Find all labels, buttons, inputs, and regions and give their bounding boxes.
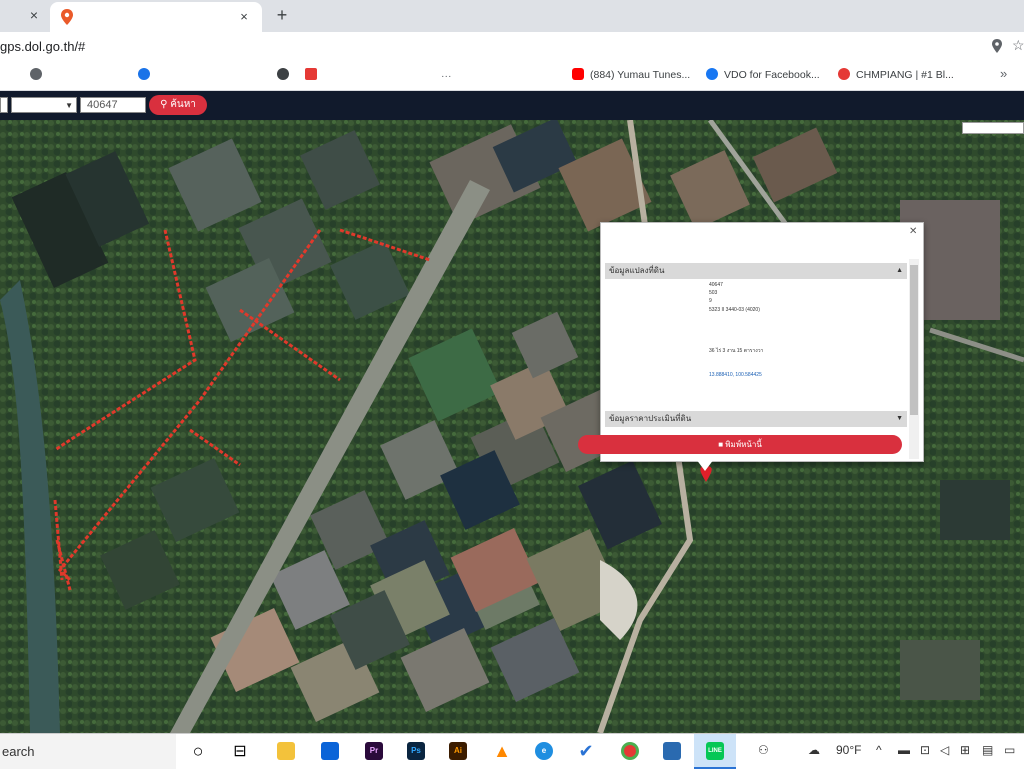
detail-row xyxy=(605,314,907,322)
detail-row: 9 xyxy=(709,298,712,305)
vlc-icon[interactable]: ▲ xyxy=(488,738,516,765)
network-icon[interactable]: ⊡ xyxy=(920,743,930,757)
dots-icon: ··· xyxy=(441,70,452,82)
province-select[interactable] xyxy=(0,97,8,113)
photoshop-icon[interactable]: Ps xyxy=(402,738,430,765)
section-land-parcel-info[interactable]: ข้อมูลแปลงที่ดิน ▲ xyxy=(605,263,907,279)
more-bookmarks-icon[interactable]: » xyxy=(1000,66,1007,81)
detail-row xyxy=(605,363,907,371)
chrome-icon[interactable] xyxy=(616,738,644,765)
detail-row xyxy=(605,338,907,346)
active-tab[interactable]: × xyxy=(50,2,262,32)
new-tab-button[interactable]: + xyxy=(272,5,292,25)
edge-icon[interactable]: e xyxy=(530,738,558,765)
section-land-price-info[interactable]: ข้อมูลราคาประเมินที่ดิน ▼ xyxy=(605,411,907,427)
photos-icon[interactable] xyxy=(658,738,686,765)
globe-icon xyxy=(30,68,42,80)
detail-row: 36 ไร่ 3 งาน 15 ตารางวา xyxy=(709,347,764,354)
globe-icon xyxy=(138,68,150,80)
facebook-icon xyxy=(706,68,718,80)
parcel-number-input[interactable]: 40647 xyxy=(80,97,146,113)
detail-row xyxy=(605,322,907,330)
volume-icon[interactable]: ◁ xyxy=(940,743,949,757)
search-icon: ⚲ xyxy=(160,99,168,110)
detail-row: 503 xyxy=(709,290,718,297)
search-button[interactable]: ⚲ ค้นหา xyxy=(149,95,207,115)
address-bar[interactable]: gps.dol.go.th/# ☆ xyxy=(0,32,1024,60)
youtube-icon xyxy=(572,68,584,80)
globe-icon xyxy=(277,68,289,80)
app-toolbar: ▼ 40647 ⚲ ค้นหา xyxy=(0,91,1024,120)
people-icon[interactable]: ⚇ xyxy=(758,743,769,757)
bookmark-item[interactable] xyxy=(305,68,323,82)
detail-row: 40647 xyxy=(709,282,723,288)
url-text[interactable]: gps.dol.go.th/# xyxy=(0,39,85,54)
detail-row xyxy=(605,387,907,395)
print-button[interactable]: ■ พิมพ์หน้านี้ xyxy=(578,435,902,454)
clipboard-icon[interactable]: ▤ xyxy=(982,743,993,757)
bookmark-item[interactable] xyxy=(277,68,295,82)
language-icon[interactable]: ⊞ xyxy=(960,743,970,757)
close-icon[interactable]: × xyxy=(26,7,42,23)
close-icon[interactable]: ✕ xyxy=(909,226,917,237)
line-app-icon[interactable]: LINE xyxy=(701,738,729,765)
parcel-details: 40647 503 9 5323 II 3440-03 (4020) 36 ไร… xyxy=(605,281,907,396)
notification-icon[interactable]: ▭ xyxy=(1004,743,1015,757)
battery-icon[interactable]: ▬ xyxy=(898,743,910,757)
tab-strip: × × + xyxy=(0,0,1024,32)
weather-icon[interactable]: ☁ xyxy=(808,743,820,757)
bookmark-icon xyxy=(305,68,317,80)
bookmarks-bar: ··· (884) Yumau Tunes... VDO for Faceboo… xyxy=(0,60,1024,91)
task-view-icon[interactable]: ⊟ xyxy=(226,738,254,765)
bookmark-star-icon[interactable]: ☆ xyxy=(1012,37,1024,54)
detail-row: 13.888410, 100.584425 xyxy=(605,371,907,379)
detail-row xyxy=(605,379,907,387)
file-explorer-icon[interactable] xyxy=(272,738,300,765)
tab-close-icon[interactable]: × xyxy=(236,9,252,25)
premiere-icon[interactable]: Pr xyxy=(360,738,388,765)
chevron-down-icon: ▼ xyxy=(65,101,73,110)
chevron-up-icon[interactable]: ^ xyxy=(876,743,882,757)
detail-row: 5323 II 3440-03 (4020) xyxy=(709,306,760,313)
bookmark-youtube[interactable]: (884) Yumau Tunes... xyxy=(572,68,690,82)
map-layer-label[interactable] xyxy=(962,122,1024,134)
todo-icon[interactable]: ✔ xyxy=(572,738,600,765)
weather-temp[interactable]: 90°F xyxy=(836,743,861,757)
bookmark-chmpiang[interactable]: CHMPIANG | #1 Bl... xyxy=(838,68,954,82)
taskbar-search[interactable]: earch xyxy=(0,734,176,769)
popup-pointer xyxy=(696,459,714,471)
detail-row xyxy=(605,355,907,363)
windows-taskbar: earch ○ ⊟ Pr Ps Ai ▲ e ✔ LINE ⚇ ☁ 90°F ^… xyxy=(0,733,1024,769)
mail-icon[interactable] xyxy=(316,738,344,765)
popup-scrollbar[interactable] xyxy=(909,259,919,459)
bookmark-facebook[interactable]: VDO for Facebook... xyxy=(706,68,820,82)
cortana-icon[interactable]: ○ xyxy=(184,738,212,765)
map-pin-icon xyxy=(61,9,73,25)
print-icon: ■ xyxy=(718,440,724,449)
location-icon[interactable] xyxy=(990,39,1004,53)
detail-row xyxy=(605,330,907,338)
collapse-icon[interactable]: ▲ xyxy=(896,263,903,279)
illustrator-icon[interactable]: Ai xyxy=(444,738,472,765)
site-icon xyxy=(838,68,850,80)
parcel-info-popup: ✕ ข้อมูลแปลงที่ดิน ▲ 40647 503 9 5323 II… xyxy=(600,222,924,462)
expand-icon[interactable]: ▼ xyxy=(896,411,903,427)
bookmark-item[interactable] xyxy=(138,68,156,82)
bookmark-item[interactable] xyxy=(30,68,48,82)
district-select[interactable]: ▼ xyxy=(11,97,77,113)
bookmark-item[interactable]: ··· xyxy=(441,68,458,82)
scroll-thumb[interactable] xyxy=(910,265,918,415)
coordinates-link[interactable]: 13.888410, 100.584425 xyxy=(709,371,762,379)
